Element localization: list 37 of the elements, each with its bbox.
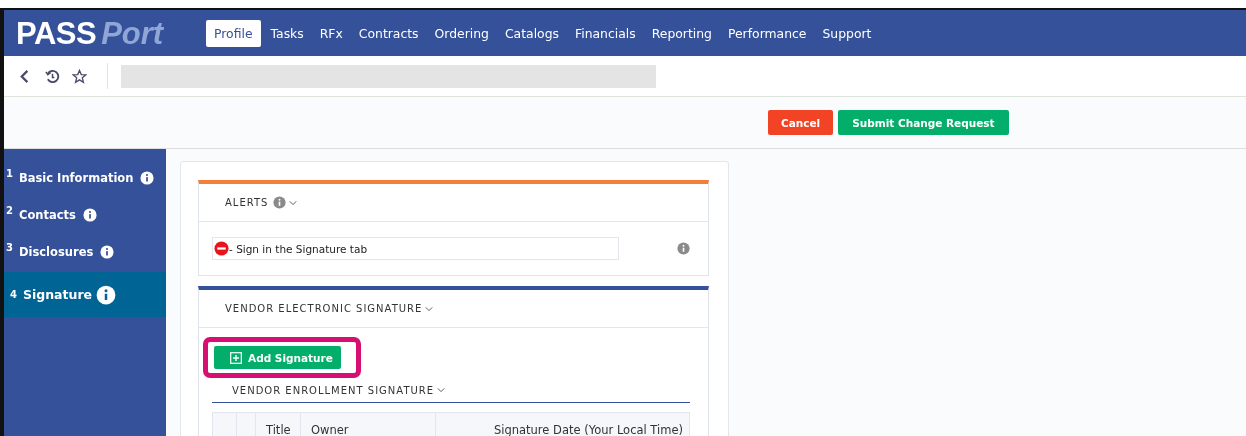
nav-tab[interactable]: Contracts bbox=[350, 19, 427, 47]
info-icon[interactable] bbox=[100, 244, 115, 259]
info-icon[interactable] bbox=[677, 242, 690, 255]
nav-tab[interactable]: Financials bbox=[567, 19, 644, 47]
sidebar-item[interactable]: 4 Signature bbox=[4, 272, 166, 317]
nav-tab[interactable]: Reporting bbox=[643, 19, 720, 47]
column-header: Title bbox=[256, 413, 301, 436]
nav-tab[interactable]: RFx bbox=[311, 19, 351, 47]
sidebar-item[interactable]: 1 Basic Information bbox=[4, 159, 166, 196]
column-header: Signature Date (Your Local Time) bbox=[492, 422, 684, 436]
nav-tab[interactable]: Ordering bbox=[426, 19, 497, 47]
cancel-button[interactable]: Cancel bbox=[768, 110, 834, 135]
section-title: ALERTS bbox=[225, 197, 269, 208]
info-icon[interactable] bbox=[96, 284, 117, 305]
info-icon[interactable] bbox=[273, 196, 287, 209]
nav-tab[interactable]: Support bbox=[814, 19, 880, 47]
subsection-title: VENDOR ENROLLMENT SIGNATURE bbox=[232, 384, 435, 396]
info-icon[interactable] bbox=[140, 170, 155, 185]
logo-text: PASS bbox=[16, 17, 97, 49]
nav-tab[interactable]: Performance bbox=[719, 19, 815, 47]
logo-text: Port bbox=[101, 17, 164, 49]
nav-tab[interactable]: Profile bbox=[206, 19, 261, 47]
plus-icon bbox=[230, 351, 242, 364]
alert-text: - Sign in the Signature tab bbox=[229, 242, 368, 255]
error-icon bbox=[214, 241, 229, 256]
nav-tab[interactable]: Tasks bbox=[262, 19, 312, 47]
info-icon[interactable] bbox=[82, 207, 97, 222]
chevron-down-icon[interactable] bbox=[425, 305, 434, 312]
chevron-down-icon[interactable] bbox=[289, 199, 298, 206]
sidebar-item[interactable]: 2 Contacts bbox=[4, 196, 166, 233]
column-header: Owner bbox=[301, 413, 436, 436]
section-title: VENDOR ELECTRONIC SIGNATURE bbox=[225, 303, 423, 314]
star-icon[interactable] bbox=[72, 67, 87, 85]
nav-tab[interactable]: Catalogs bbox=[496, 19, 567, 47]
history-icon[interactable] bbox=[45, 67, 60, 85]
chevron-down-icon[interactable] bbox=[437, 387, 446, 393]
sidebar-item[interactable]: 3 Disclosures bbox=[4, 233, 166, 270]
